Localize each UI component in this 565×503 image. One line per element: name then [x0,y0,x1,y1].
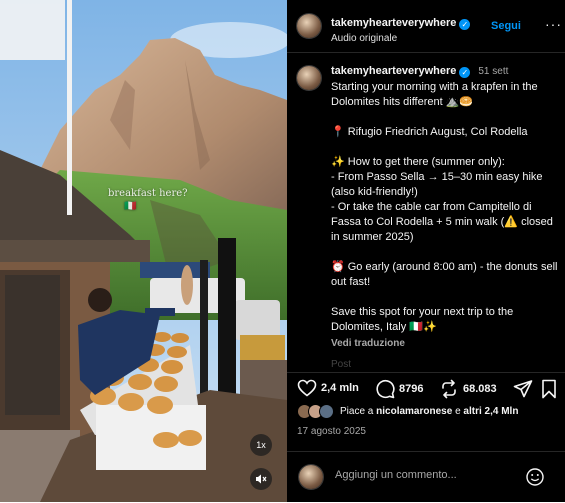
caption-line: - From Passo Sella → 15–30 min easy hike… [331,171,543,198]
verified-badge-icon: ✓ [459,19,471,30]
repost-button[interactable]: 68.083 [439,379,497,399]
caption-line: ✨ How to get there (summer only): [331,156,505,168]
post-viewer: breakfast here? 🇮🇹 1x takemyhearteverywh… [0,0,565,502]
post-photo [0,0,287,502]
post-header: takemyhearteverywhere ✓ Audio originale S… [287,0,565,53]
post-side-panel: takemyhearteverywhere ✓ Audio originale S… [287,0,565,502]
audio-label[interactable]: Audio originale [331,33,470,44]
speaker-muted-icon [256,474,267,484]
post-time[interactable]: 51 sett [478,66,508,77]
liked-by-middle: e [452,406,464,417]
playback-speed-button[interactable]: 1x [250,434,272,456]
caption-line: Save this spot for your next trip to the… [331,306,514,333]
comment-box [287,451,565,503]
caption-line: - Or take the cable car from Campitello … [331,201,553,243]
comment-input[interactable] [335,469,505,481]
comments-count: 8796 [399,383,424,395]
mute-button[interactable] [250,468,272,490]
current-user-avatar [299,465,323,489]
bookmark-icon [542,379,556,399]
caption-line: 📍 Rifugio Friedrich August, Col Rodella [331,126,528,138]
author-info: takemyhearteverywhere ✓ Audio originale [331,13,471,44]
overlay-line-2: 🇮🇹 [124,201,137,212]
repost-icon [442,379,456,399]
share-button[interactable] [513,379,533,399]
emoji-icon[interactable] [525,467,545,487]
likes-count: 2,4 mln [321,382,359,394]
reposts-count: 68.083 [463,383,497,395]
caption-line: Starting your morning with a krapfen in … [331,81,538,108]
post-media[interactable]: breakfast here? 🇮🇹 1x [0,0,287,502]
see-translation-link[interactable]: Vedi traduzione [331,336,559,351]
action-bar: 2,4 mln 8796 68.083 [287,372,565,407]
verified-badge-icon: ✓ [459,67,471,78]
liked-by-prefix: Piace a [340,406,377,417]
author-username[interactable]: takemyhearteverywhere [331,17,456,29]
heart-icon [297,379,317,397]
liked-by-others[interactable]: altri 2,4 Mln [463,406,518,417]
caption-author-avatar[interactable] [297,66,321,90]
overlay-line-1: breakfast here? [108,188,188,199]
liked-by: Piace a nicolamaronese e altri 2,4 Mln [297,404,518,419]
send-icon [513,380,533,398]
comment-bubble-icon [376,379,395,399]
liker-avatar [319,404,334,419]
post-date[interactable]: 17 agosto 2025 [297,426,366,437]
like-button[interactable]: 2,4 mln [297,379,359,397]
follow-button[interactable]: Segui [491,20,521,32]
caption-line: ⏰ Go early (around 8:00 am) - the donuts… [331,261,558,288]
caption-author-username[interactable]: takemyhearteverywhere [331,65,456,77]
playback-speed-label: 1x [256,440,266,450]
comment-button[interactable]: 8796 [375,379,423,399]
media-text-overlay: breakfast here? 🇮🇹 [108,187,188,213]
liked-by-user[interactable]: nicolamaronese [376,406,452,417]
more-options-icon[interactable]: ··· [545,16,562,32]
next-comment-preview: Post [331,359,352,370]
post-caption: takemyhearteverywhere ✓ 51 sett Starting y… [331,64,559,370]
save-button[interactable] [541,379,557,399]
author-avatar[interactable] [297,14,321,38]
